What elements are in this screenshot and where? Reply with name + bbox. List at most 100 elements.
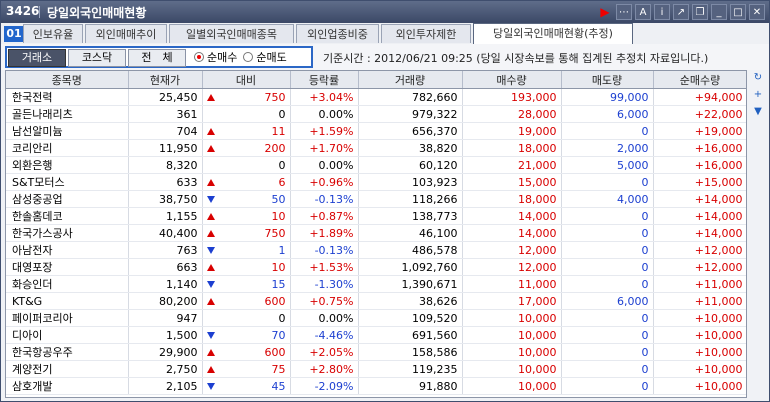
- cell-diff: 50: [202, 190, 291, 208]
- diff-value: 1: [278, 243, 286, 257]
- scroll-down-icon[interactable]: ▼: [751, 105, 765, 119]
- table-row[interactable]: 대영포장 663 10 +1.53% 1,092,760 12,000 0 +12,000: [6, 258, 746, 276]
- col-header-diff[interactable]: 대비: [202, 71, 291, 89]
- cell-sell: 2,000: [561, 139, 654, 157]
- radio-net-sell[interactable]: 순매도: [243, 49, 287, 65]
- table-row[interactable]: 삼호개발 2,105 45 -2.09% 91,880 10,000 0 +10,000: [6, 377, 746, 395]
- table-row[interactable]: 디아이 1,500 70 -4.46% 691,560 10,000 0 +10,000: [6, 326, 746, 344]
- tab-daily-foreign-stocks[interactable]: 일별외국인매매종목: [169, 24, 294, 43]
- radio-net-buy[interactable]: 순매수: [194, 49, 237, 65]
- window-title: 당일외국인매매현황: [47, 6, 147, 20]
- cell-volume: 782,660: [358, 88, 463, 106]
- add-icon[interactable]: +: [751, 88, 765, 102]
- cell-net: +19,000: [653, 122, 746, 140]
- cell-price: 1,500: [128, 326, 203, 344]
- col-header-net[interactable]: 순매수량: [653, 71, 746, 89]
- tab-today-foreign-estimate[interactable]: 당일외국인매매현황(추정): [473, 23, 633, 44]
- cell-name: 삼호개발: [6, 377, 129, 395]
- table-row[interactable]: 삼성중공업 38,750 50 -0.13% 118,266 18,000 4,000 +14…: [6, 190, 746, 208]
- link-icon[interactable]: ⋯: [616, 4, 632, 20]
- close-icon[interactable]: ✕: [749, 4, 765, 20]
- table-row[interactable]: 한솔홈데코 1,155 10 +0.87% 138,773 14,000 0 +14,000: [6, 207, 746, 225]
- cell-rate: +0.87%: [290, 207, 359, 225]
- tab-foreign-sector[interactable]: 외인업종비중: [296, 24, 379, 43]
- cell-diff: 70: [202, 326, 291, 344]
- table-row[interactable]: 코리안리 11,950 200 +1.70% 38,820 18,000 2,000 +16,…: [6, 139, 746, 157]
- tab-foreign-trend[interactable]: 외인매매추이: [85, 24, 167, 43]
- refresh-icon[interactable]: ↻: [751, 71, 765, 85]
- tab-foreign-limit[interactable]: 외인투자제한: [381, 24, 471, 43]
- cell-volume: 1,092,760: [358, 258, 463, 276]
- table-row[interactable]: 골든나래리츠 361 0 0.00% 979,322 28,000 6,000 +22,000: [6, 105, 746, 123]
- col-header-buy[interactable]: 매수량: [462, 71, 562, 89]
- cell-price: 663: [128, 258, 203, 276]
- cell-rate: +3.04%: [290, 88, 359, 106]
- table-row[interactable]: S&T모터스 633 6 +0.96% 103,923 15,000 0 +15,000: [6, 173, 746, 191]
- cell-price: 40,400: [128, 224, 203, 242]
- cell-volume: 979,322: [358, 105, 463, 123]
- col-header-volume[interactable]: 거래량: [358, 71, 463, 89]
- cell-buy: 14,000: [462, 207, 562, 225]
- base-time-info: 기준시간 : 2012/06/21 09:25 (당일 시장속보를 통해 집계된…: [323, 52, 709, 65]
- col-header-name[interactable]: 종목명: [6, 71, 129, 89]
- radio-net-sell-label: 순매도: [256, 51, 287, 64]
- popout-icon[interactable]: ↗: [673, 4, 689, 20]
- cell-net: +10,000: [653, 343, 746, 361]
- col-header-sell[interactable]: 매도량: [561, 71, 654, 89]
- table-row[interactable]: 화승인더 1,140 15 -1.30% 1,390,671 11,000 0 +11,000: [6, 275, 746, 293]
- cell-net: +10,000: [653, 309, 746, 327]
- cell-sell: 0: [561, 258, 654, 276]
- col-header-rate[interactable]: 등락률: [290, 71, 359, 89]
- cell-net: +16,000: [653, 156, 746, 174]
- font-icon[interactable]: A: [635, 4, 651, 20]
- up-arrow-icon: [206, 178, 215, 186]
- table-row[interactable]: 계양전기 2,750 75 +2.80% 119,235 10,000 0 +10,000: [6, 360, 746, 378]
- diff-value: 70: [271, 328, 286, 342]
- market-selector: 거래소 코스닥 전 체 순매수 순매도: [5, 46, 313, 68]
- table-row[interactable]: 남선알미늄 704 11 +1.59% 656,370 19,000 0 +19,000: [6, 122, 746, 140]
- cell-volume: 38,820: [358, 139, 463, 157]
- cell-rate: -1.30%: [290, 275, 359, 293]
- cell-price: 1,155: [128, 207, 203, 225]
- table-row[interactable]: 한국가스공사 40,400 750 +1.89% 46,100 14,000 0 +14,00…: [6, 224, 746, 242]
- cell-diff: 10: [202, 258, 291, 276]
- tab-foreign-holding[interactable]: 인보유율: [23, 24, 83, 43]
- cell-price: 704: [128, 122, 203, 140]
- market-kosdaq-button[interactable]: 코스닥: [68, 49, 126, 67]
- table-row[interactable]: 아남전자 763 1 -0.13% 486,578 12,000 0 +12,000: [6, 241, 746, 259]
- cell-sell: 0: [561, 326, 654, 344]
- diff-value: 75: [271, 362, 286, 376]
- cell-name: KT&G: [6, 292, 129, 310]
- cell-diff: 75: [202, 360, 291, 378]
- cell-buy: 10,000: [462, 377, 562, 395]
- market-kospi-button[interactable]: 거래소: [8, 49, 66, 67]
- cell-diff: 0: [202, 309, 291, 327]
- cell-rate: +2.80%: [290, 360, 359, 378]
- table-row[interactable]: 한국전력 25,450 750 +3.04% 782,660 193,000 99,000 +…: [6, 88, 746, 106]
- up-arrow-icon: [206, 263, 215, 271]
- table-row[interactable]: KT&G 80,200 600 +0.75% 38,626 17,000 6,000 +11,…: [6, 292, 746, 310]
- play-icon[interactable]: ▶: [597, 4, 613, 20]
- up-arrow-icon: [206, 212, 215, 220]
- cell-sell: 0: [561, 173, 654, 191]
- table-row[interactable]: 한국항공우주 29,900 600 +2.05% 158,586 10,000 0 +10,0…: [6, 343, 746, 361]
- maximize-icon[interactable]: □: [730, 4, 746, 20]
- diff-value: 0: [278, 311, 286, 325]
- info-icon[interactable]: i: [654, 4, 670, 20]
- diff-value: 15: [271, 277, 286, 291]
- cell-volume: 91,880: [358, 377, 463, 395]
- cell-diff: 200: [202, 139, 291, 157]
- up-arrow-icon: [206, 144, 215, 152]
- market-all-button[interactable]: 전 체: [128, 49, 186, 67]
- radio-dot-icon: [243, 52, 254, 62]
- col-header-price[interactable]: 현재가: [128, 71, 203, 89]
- table-row[interactable]: 페이퍼코리아 947 0 0.00% 109,520 10,000 0 +10,000: [6, 309, 746, 327]
- table-row[interactable]: 외환은행 8,320 0 0.00% 60,120 21,000 5,000 +16,000: [6, 156, 746, 174]
- main-window: 3426 당일외국인매매현황 ▶ ⋯ A i ↗ ❐ _ □ ✕ 0 1 인보유율…: [0, 0, 770, 402]
- cell-sell: 0: [561, 309, 654, 327]
- screen-code: 3426: [6, 4, 40, 18]
- restore-icon[interactable]: ❐: [692, 4, 708, 20]
- cell-price: 11,950: [128, 139, 203, 157]
- cell-volume: 656,370: [358, 122, 463, 140]
- minimize-icon[interactable]: _: [711, 4, 727, 20]
